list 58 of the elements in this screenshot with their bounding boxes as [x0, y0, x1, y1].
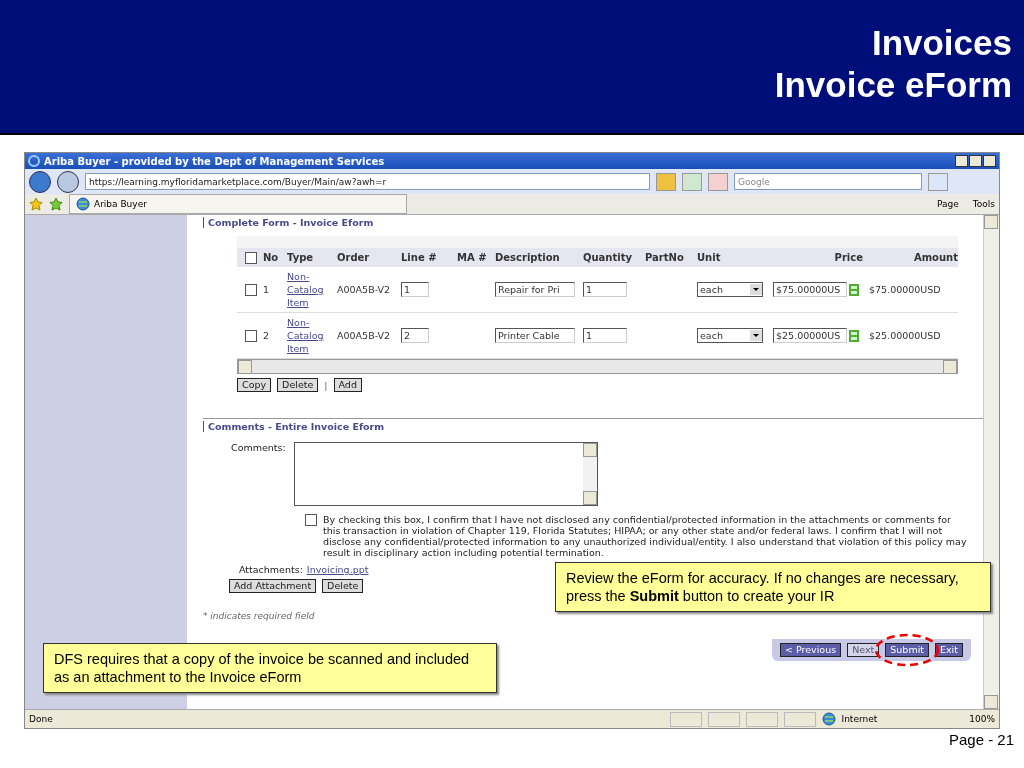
- table-cell-text: 1: [263, 284, 271, 295]
- line-field[interactable]: 1: [401, 282, 429, 297]
- slide-title: Invoices: [871, 22, 1012, 64]
- column-header: Type: [287, 252, 315, 263]
- price-field[interactable]: $25.00000US: [773, 328, 847, 343]
- attachment-button[interactable]: Delete: [322, 579, 364, 593]
- page-number: Page - 21: [948, 731, 1014, 748]
- callout-text: DFS requires that a copy of the invoice be scanned and included as an attachment to the Invoice eForm: [54, 651, 470, 685]
- address-field[interactable]: https://learning.myfloridamarketplace.com/Buyer/Main/aw?awh=r: [85, 173, 650, 190]
- search-field[interactable]: Google: [734, 173, 922, 190]
- action-button[interactable]: Delete: [277, 378, 319, 392]
- table-cell-text: $25.00000USD: [868, 330, 942, 341]
- unit-select[interactable]: each: [697, 328, 763, 343]
- slide-title: Invoice eForm: [774, 64, 1012, 106]
- table-cell-text: $75.00000USD: [868, 284, 942, 295]
- table-cell-text: A00A5B-V2: [337, 284, 392, 295]
- callout-text: Review the eForm for accuracy. If no changes are necessary, press the Submit button to create your IR: [566, 570, 959, 604]
- attachments-label: Attachments:: [239, 564, 303, 575]
- tab-title: Ariba Buyer: [94, 199, 147, 209]
- column-header: MA #: [457, 252, 488, 263]
- toolbar-command[interactable]: Page: [937, 199, 959, 209]
- description-field[interactable]: Printer Cable: [495, 328, 575, 343]
- zoom-level: 100%: [969, 714, 995, 724]
- browser-tab[interactable]: Ariba Buyer: [69, 194, 407, 214]
- required-note: * indicates required field: [203, 611, 316, 621]
- separator: |: [324, 379, 328, 391]
- column-header: Amount: [912, 252, 958, 263]
- unit-select[interactable]: each: [697, 282, 763, 297]
- attachment-link[interactable]: Invoicing.ppt: [306, 564, 369, 575]
- status-text: Done: [29, 714, 53, 724]
- column-header: PartNo: [645, 252, 685, 263]
- nav-button[interactable]: Exit: [935, 643, 963, 657]
- column-header: Description: [495, 252, 561, 263]
- attachment-button[interactable]: Add Attachment: [229, 579, 317, 593]
- zone-text: Internet: [841, 714, 878, 724]
- column-header: Unit: [697, 252, 722, 263]
- column-header: Order: [337, 252, 371, 263]
- column-header: No: [263, 252, 280, 263]
- line-field[interactable]: 2: [401, 328, 429, 343]
- window-title: Ariba Buyer - provided by the Dept of Management Services: [44, 155, 385, 167]
- price-field[interactable]: $75.00000US: [773, 282, 847, 297]
- action-button[interactable]: Copy: [237, 378, 272, 392]
- quantity-field[interactable]: 1: [583, 282, 627, 297]
- table-cell-text: A00A5B-V2: [337, 330, 392, 341]
- description-field[interactable]: Repair for Pri: [495, 282, 575, 297]
- comments-label: Comments:: [231, 442, 286, 455]
- add-button[interactable]: Add: [333, 378, 362, 392]
- type-link[interactable]: Non-Catalog Item: [287, 270, 325, 309]
- column-header: Line #: [401, 252, 438, 263]
- column-header: Price: [833, 252, 863, 263]
- table-cell-text: 2: [263, 330, 271, 341]
- nav-button[interactable]: Submit: [885, 643, 929, 657]
- column-header: Quantity: [583, 252, 633, 263]
- type-link[interactable]: Non-Catalog Item: [287, 316, 325, 355]
- nav-button[interactable]: < Previous: [780, 643, 842, 657]
- confirm-text: By checking this box, I confirm that I have not disclosed any confidential/protected information in the attachments or comments for this transaction in violation of Chapter 119, Florida Statutes; HIPAA; or any other state and/or federal laws. I confirm that I will not disclose any confidential/protected information to any unauthorized individual/entity. I also understand that violation of this policy may result in disciplinary action including potential termination.: [323, 514, 968, 558]
- toolbar-command[interactable]: Tools: [972, 199, 995, 209]
- quantity-field[interactable]: 1: [583, 328, 627, 343]
